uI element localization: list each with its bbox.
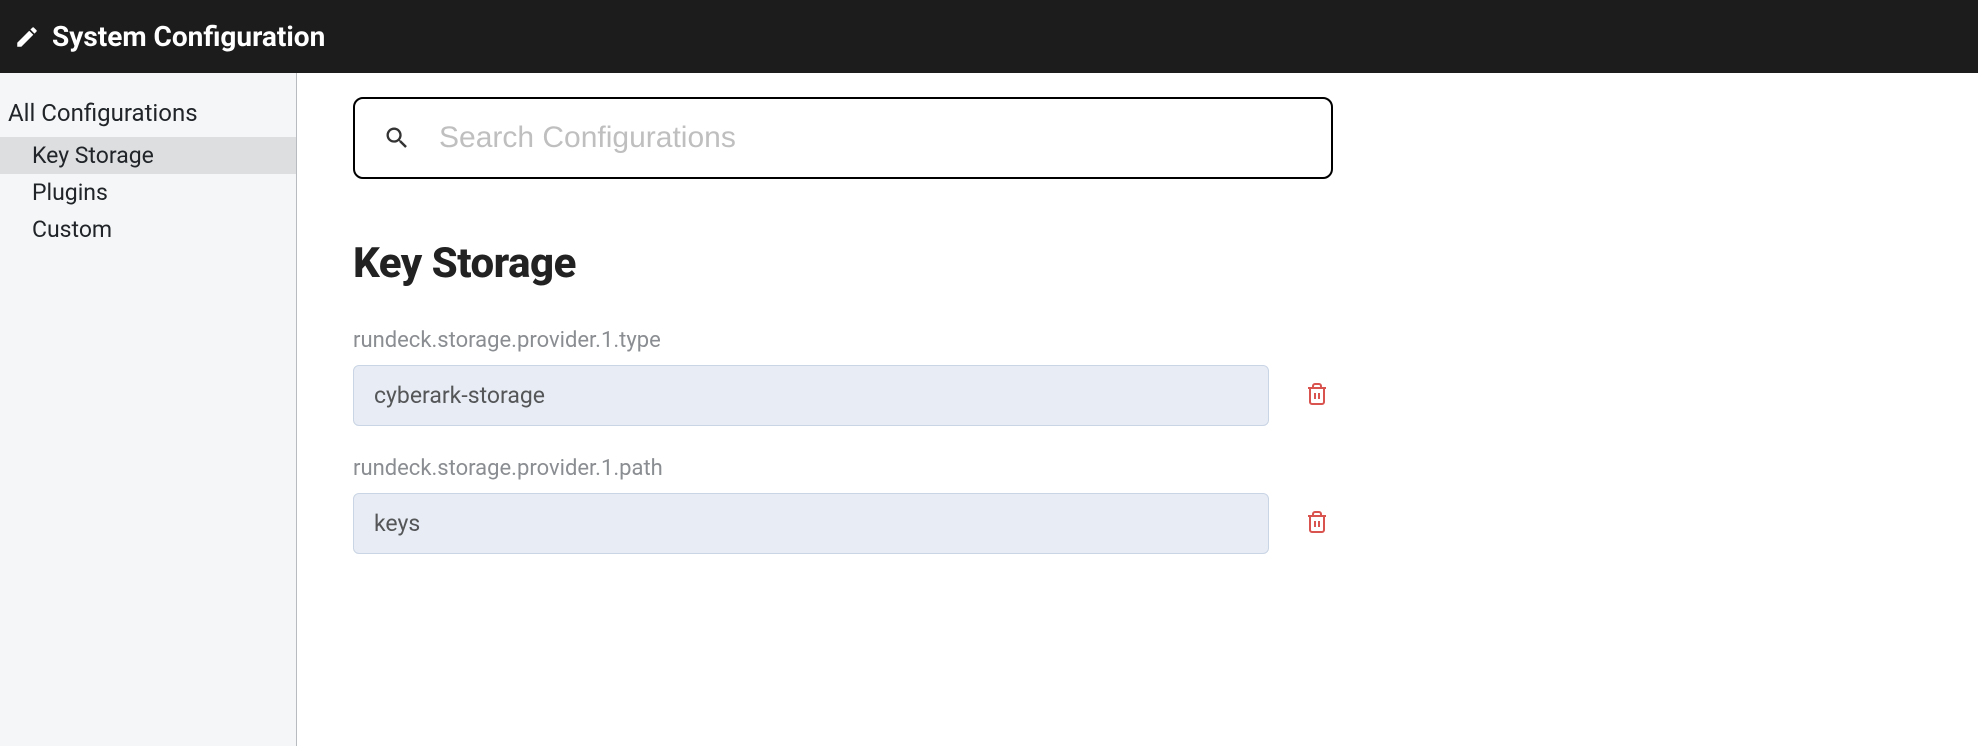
- config-row: keys: [353, 493, 1333, 554]
- search-container: [353, 97, 1333, 179]
- config-label: rundeck.storage.provider.1.type: [353, 328, 1922, 353]
- layout: All Configurations Key Storage Plugins C…: [0, 73, 1978, 746]
- sidebar-item-custom[interactable]: Custom: [0, 211, 296, 248]
- sidebar-heading[interactable]: All Configurations: [0, 93, 296, 137]
- section-title: Key Storage: [353, 239, 1922, 288]
- delete-button[interactable]: [1301, 504, 1333, 543]
- sidebar-item-plugins[interactable]: Plugins: [0, 174, 296, 211]
- trash-icon: [1305, 508, 1329, 539]
- search-icon: [383, 124, 411, 152]
- header: System Configuration: [0, 0, 1978, 73]
- search-input[interactable]: [439, 121, 1303, 155]
- config-value[interactable]: cyberark-storage: [353, 365, 1269, 426]
- trash-icon: [1305, 380, 1329, 411]
- config-row: cyberark-storage: [353, 365, 1333, 426]
- edit-icon: [14, 24, 40, 50]
- config-label: rundeck.storage.provider.1.path: [353, 456, 1922, 481]
- config-item: rundeck.storage.provider.1.type cyberark…: [353, 328, 1922, 426]
- page-title: System Configuration: [52, 20, 325, 53]
- delete-button[interactable]: [1301, 376, 1333, 415]
- main-content: Key Storage rundeck.storage.provider.1.t…: [297, 73, 1978, 746]
- config-value[interactable]: keys: [353, 493, 1269, 554]
- config-item: rundeck.storage.provider.1.path keys: [353, 456, 1922, 554]
- sidebar: All Configurations Key Storage Plugins C…: [0, 73, 297, 746]
- sidebar-item-key-storage[interactable]: Key Storage: [0, 137, 296, 174]
